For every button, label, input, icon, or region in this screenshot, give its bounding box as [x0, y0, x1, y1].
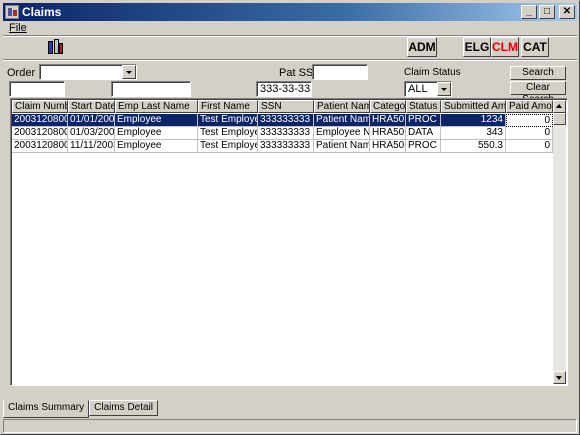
- menu-bar: File: [5, 21, 31, 35]
- claim-status-select[interactable]: ALL: [404, 81, 452, 97]
- app-icon: [5, 5, 19, 19]
- chevron-down-icon[interactable]: [122, 65, 136, 79]
- tab-strip: Claims Summary Claims Detail: [3, 400, 159, 418]
- scroll-up-icon[interactable]: [553, 100, 566, 113]
- col-start-date[interactable]: Start Date: [68, 100, 115, 113]
- claims-window: Claims _ □ ✕ File ADM ELG CLM CAT Order …: [0, 0, 580, 435]
- cat-button[interactable]: CAT: [521, 37, 549, 57]
- tab-claims-summary[interactable]: Claims Summary: [3, 400, 90, 418]
- scroll-thumb[interactable]: [553, 113, 566, 125]
- adm-button[interactable]: ADM: [407, 37, 437, 57]
- tab-claims-detail[interactable]: Claims Detail: [89, 400, 159, 416]
- claims-grid[interactable]: Claim Number Start Date Emp Last Name Fi…: [10, 98, 568, 386]
- toolbar-separator: [3, 59, 577, 61]
- chevron-down-icon[interactable]: [437, 82, 451, 96]
- col-patient-name[interactable]: Patient Name: [314, 100, 370, 113]
- table-row[interactable]: 200312080002 01/03/2003 Employee Test Em…: [12, 127, 553, 140]
- reports-icon[interactable]: [45, 37, 65, 57]
- close-button[interactable]: ✕: [559, 5, 575, 19]
- col-claim-number[interactable]: Claim Number: [12, 100, 68, 113]
- order-by-select[interactable]: [39, 64, 137, 80]
- ssn-input[interactable]: 333-33-3333: [256, 81, 312, 97]
- maximize-button[interactable]: □: [539, 5, 555, 19]
- col-paid-amount[interactable]: Paid Amount: [506, 100, 553, 113]
- filter-text-1[interactable]: [9, 81, 65, 97]
- claim-status-label: Claim Status: [404, 67, 461, 78]
- col-category[interactable]: Category: [370, 100, 406, 113]
- status-bar: [3, 419, 577, 433]
- window-title: Claims: [22, 5, 62, 19]
- filter-text-2[interactable]: [111, 81, 191, 97]
- title-bar[interactable]: Claims _ □ ✕: [3, 3, 577, 21]
- table-row[interactable]: 200312080001 01/01/2003 Employee Test Em…: [12, 114, 553, 127]
- grid-header: Claim Number Start Date Emp Last Name Fi…: [12, 100, 553, 113]
- menu-file[interactable]: File: [5, 22, 31, 34]
- col-status[interactable]: Status: [406, 100, 441, 113]
- col-submitted-amount[interactable]: Submitted Amount: [441, 100, 506, 113]
- col-emp-last-name[interactable]: Emp Last Name: [115, 100, 198, 113]
- scroll-down-icon[interactable]: [553, 371, 566, 384]
- vertical-scrollbar[interactable]: [553, 100, 566, 384]
- toolbar: ADM ELG CLM CAT: [3, 37, 577, 59]
- clm-button[interactable]: CLM: [491, 37, 519, 57]
- clear-search-button[interactable]: Clear Search: [510, 81, 566, 105]
- col-first-name[interactable]: First Name: [198, 100, 258, 113]
- minimize-button[interactable]: _: [521, 5, 537, 19]
- pat-ssn-input[interactable]: [312, 64, 368, 80]
- col-ssn[interactable]: SSN: [258, 100, 314, 113]
- search-button[interactable]: Search: [510, 66, 566, 80]
- elg-button[interactable]: ELG: [463, 37, 491, 57]
- table-row[interactable]: 200312080004 11/11/2003 Employee Test Em…: [12, 140, 553, 153]
